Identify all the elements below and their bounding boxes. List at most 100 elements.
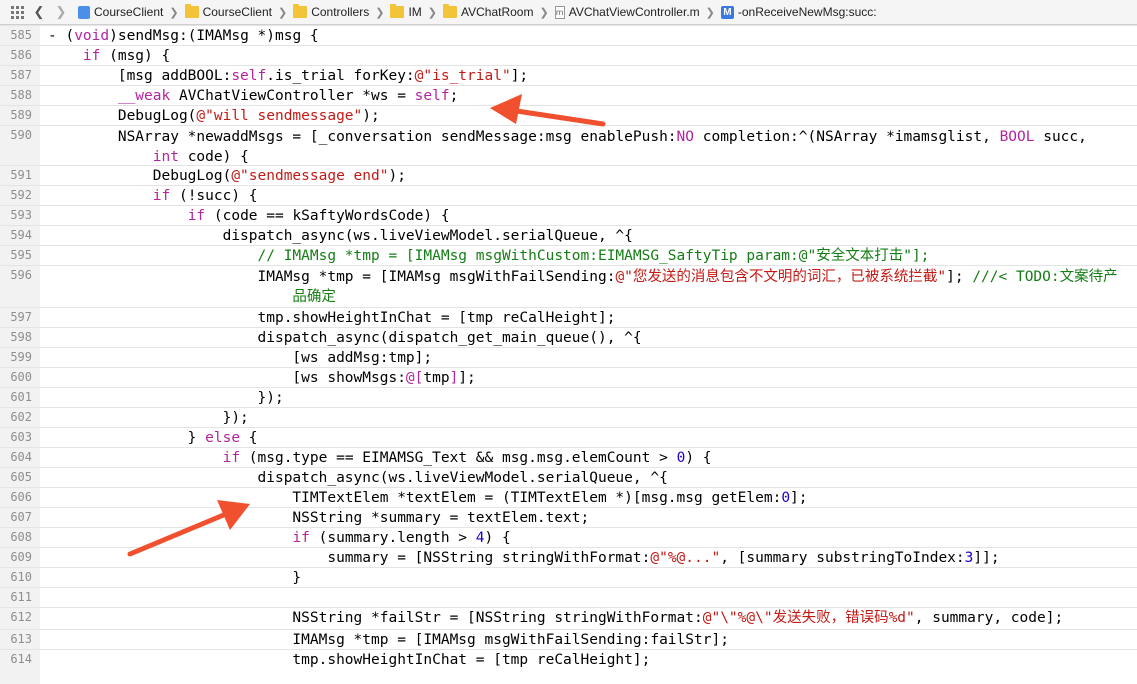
line-number: 605 [10,470,32,484]
line-number: 611 [10,590,32,604]
code-token: else [205,430,241,446]
code-token: tmp.showHeightInChat = [tmp reCalHeight]… [48,310,616,326]
code-token: IMAMsg *tmp = [IMAMsg msgWithFailSending… [48,632,729,648]
breadcrumb-item[interactable]: Controllers [293,4,369,19]
code-line[interactable]: 606 TIMTextElem *textElem = (TIMTextElem… [0,487,1137,507]
line-number: 585 [10,28,32,42]
code-text: if (code == kSaftyWordsCode) { [48,207,1137,225]
folder-icon [293,4,308,18]
breadcrumb-label: -onReceiveNewMsg:succ: [737,5,877,19]
code-line[interactable]: 595 // IMAMsg *tmp = [IMAMsg msgWithCust… [0,245,1137,265]
code-line[interactable]: 596 IMAMsg *tmp = [IMAMsg msgWithFailSen… [0,265,1137,307]
code-line[interactable]: 603 } else { [0,427,1137,447]
code-line[interactable]: 610 } [0,567,1137,587]
code-line[interactable]: 614 tmp.showHeightInChat = [tmp reCalHei… [0,649,1137,669]
breadcrumb-item[interactable]: m AVChatViewController.m [554,5,700,19]
code-line[interactable]: 600 [ws showMsgs:@[tmp]]; [0,367,1137,387]
code-token: tmp [423,370,450,386]
code-line[interactable]: 602 }); [0,407,1137,427]
line-number: 588 [10,88,32,102]
code-line[interactable]: 592 if (!succ) { [0,185,1137,205]
code-line[interactable]: 590 NSArray *newaddMsgs = [_conversation… [0,125,1137,165]
code-line[interactable]: 612 NSString *failStr = [NSString string… [0,607,1137,629]
code-line[interactable]: 609 summary = [NSString stringWithFormat… [0,547,1137,567]
code-token: 4 [475,530,485,546]
code-line[interactable]: 597 tmp.showHeightInChat = [tmp reCalHei… [0,307,1137,327]
code-line[interactable]: 593 if (code == kSaftyWordsCode) { [0,205,1137,225]
code-token: } [48,430,206,446]
code-line[interactable]: 605 dispatch_async(ws.liveViewModel.seri… [0,467,1137,487]
breadcrumb-separator-icon: ❯ [427,6,437,19]
code-line[interactable]: 607 NSString *summary = textElem.text; [0,507,1137,527]
code-token: ]; [510,68,529,84]
code-token: int [152,149,179,165]
code-line[interactable]: 611 [0,587,1137,607]
code-token: }); [48,410,249,426]
code-line[interactable]: 591 DebugLog(@"sendmessage end"); [0,165,1137,185]
code-line[interactable]: 594 dispatch_async(ws.liveViewModel.seri… [0,225,1137,245]
code-token: // IMAMsg *tmp = [IMAMsg msgWithCustom:E… [48,248,930,264]
breadcrumb-separator-icon: ❯ [169,6,179,19]
folder-icon [390,4,405,18]
code-token: ); [388,168,406,184]
back-chevron-icon[interactable]: ❮ [28,1,50,23]
breadcrumb-label: AVChatViewController.m [568,5,700,19]
code-line[interactable]: 601 }); [0,387,1137,407]
code-token: if [152,188,171,204]
code-line[interactable]: 586 if (msg) { [0,45,1137,65]
code-text: IMAMsg *tmp = [IMAMsg msgWithFailSending… [48,267,1137,307]
code-token: @"%@..." [650,550,721,566]
code-token: ); [362,108,380,124]
line-number: 614 [10,652,32,666]
code-token: ) { [484,530,511,546]
code-token: ]; [458,370,476,386]
breadcrumb-item[interactable]: CourseClient [78,5,163,19]
code-text: DebugLog(@"will sendmessage"); [48,107,1137,125]
code-token: if [292,530,310,546]
breadcrumb-item[interactable]: M -onReceiveNewMsg:succ: [720,5,877,19]
code-token: tmp.showHeightInChat = [tmp reCalHeight]… [48,652,651,668]
code-token: self [414,88,450,104]
code-line[interactable]: 599 [ws addMsg:tmp]; [0,347,1137,367]
code-token: 0 [781,490,791,506]
line-number: 613 [10,632,32,646]
code-line[interactable]: 608 if (summary.length > 4) { [0,527,1137,547]
breadcrumb-separator-icon: ❯ [705,6,715,19]
breadcrumb-item[interactable]: IM [390,4,422,19]
code-text: - (void)sendMsg:(IMAMsg *)msg { [48,27,1137,45]
line-number: 600 [10,370,32,384]
code-token: .is_trial forKey: [266,68,415,84]
code-token: [ws addMsg:tmp]; [48,350,433,366]
line-number: 608 [10,530,32,544]
code-token: TIMTextElem *textElem = (TIMTextElem *)[… [48,490,782,506]
code-line[interactable]: 613 IMAMsg *tmp = [IMAMsg msgWithFailSen… [0,629,1137,649]
related-items-grid-icon[interactable] [6,1,28,23]
line-number: 604 [10,450,32,464]
code-text: TIMTextElem *textElem = (TIMTextElem *)[… [48,489,1137,507]
code-editor[interactable]: 585 - (void)sendMsg:(IMAMsg *)msg {586 if… [0,25,1137,684]
code-token: @[ [405,370,424,386]
line-number: 609 [10,550,32,564]
code-text: IMAMsg *tmp = [IMAMsg msgWithFailSending… [48,631,1137,649]
line-number: 599 [10,350,32,364]
breadcrumb-label: CourseClient [202,5,272,19]
code-text: [msg addBOOL:self.is_trial forKey:@"is_t… [48,67,1137,85]
forward-chevron-icon[interactable]: ❯ [50,1,72,23]
code-token: ]]; [973,550,1000,566]
code-line[interactable]: 587 [msg addBOOL:self.is_trial forKey:@"… [0,65,1137,85]
breadcrumb-item[interactable]: AVChatRoom [443,4,533,19]
code-line[interactable]: 598 dispatch_async(dispatch_get_main_que… [0,327,1137,347]
code-line[interactable]: 585 - (void)sendMsg:(IMAMsg *)msg { [0,25,1137,45]
breadcrumb-item[interactable]: CourseClient [184,4,272,19]
code-line[interactable]: 588 __weak AVChatViewController *ws = se… [0,85,1137,105]
code-token: { [240,430,258,446]
code-text: if (msg) { [48,47,1137,65]
line-number: 602 [10,410,32,424]
code-line[interactable]: 604 if (msg.type == EIMAMSG_Text && msg.… [0,447,1137,467]
code-line[interactable]: 589 DebugLog(@"will sendmessage"); [0,105,1137,125]
code-text: if (!succ) { [48,187,1137,205]
